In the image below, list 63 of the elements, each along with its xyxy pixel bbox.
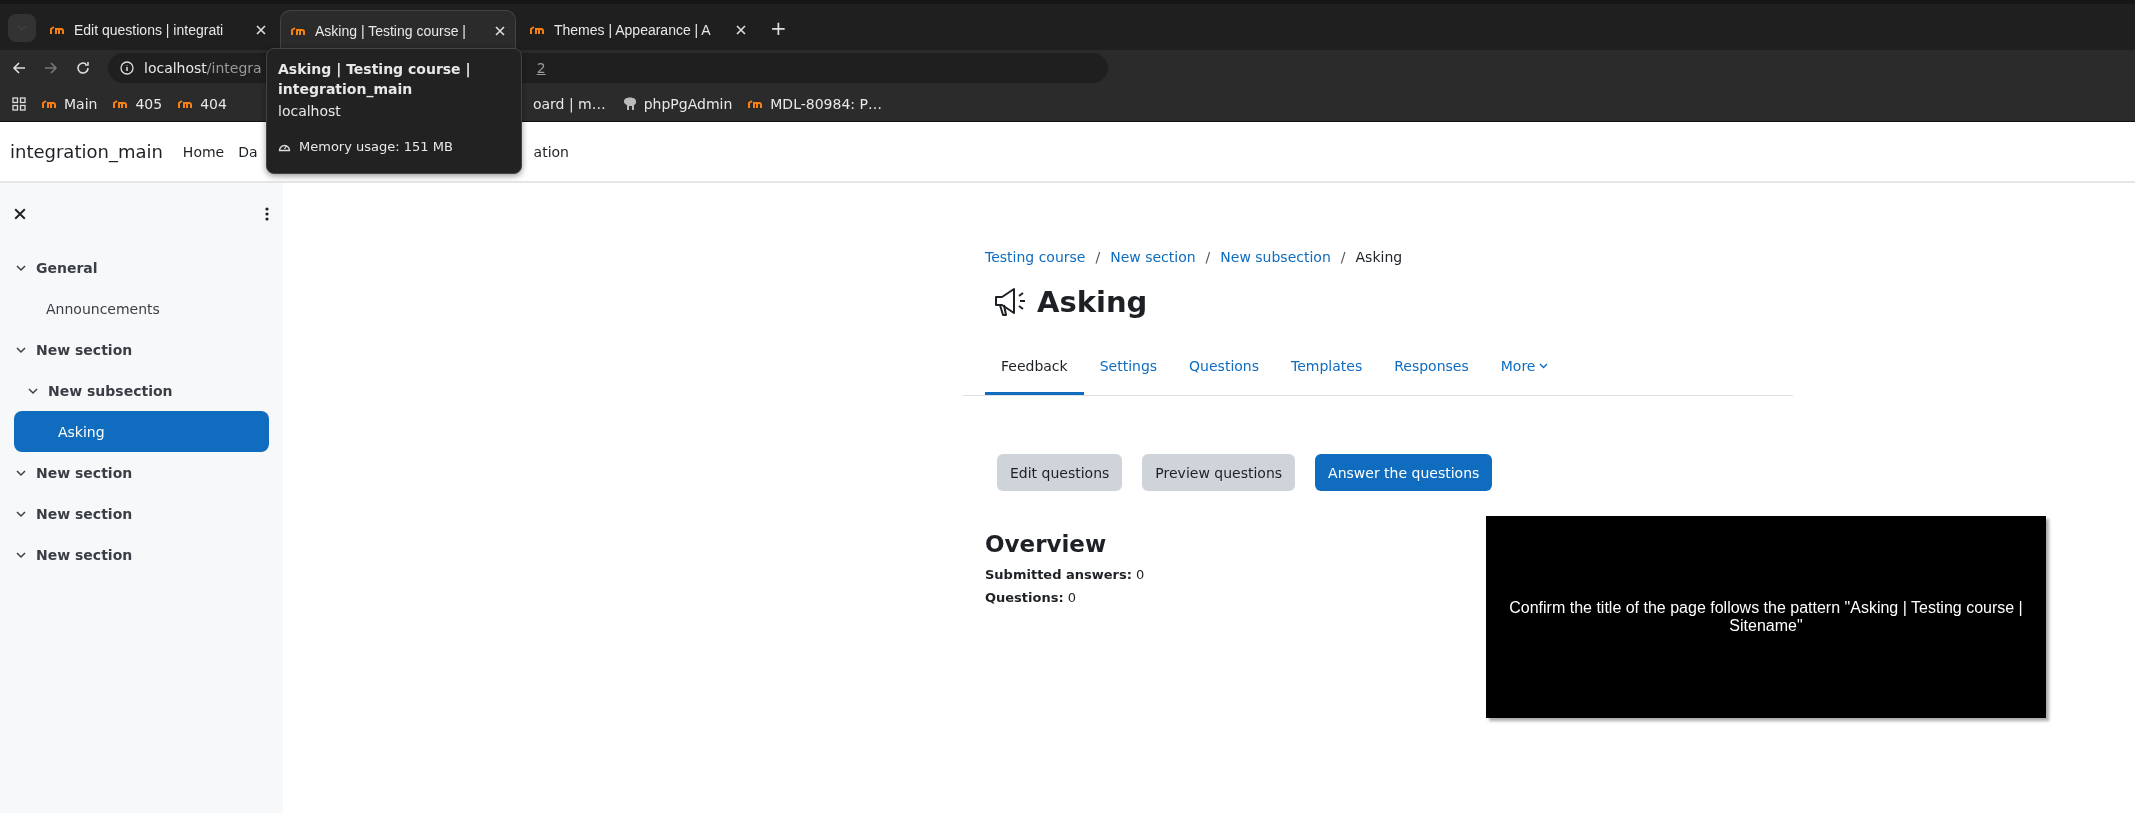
breadcrumb-separator: / <box>1095 249 1101 265</box>
bookmark-link[interactable]: Main <box>42 95 98 112</box>
browser-tab[interactable]: Themes | Appearance | A <box>520 10 756 50</box>
bookmark-link[interactable]: phpPgAdmin <box>621 95 733 112</box>
bookmark-link[interactable]: 405 <box>113 95 163 112</box>
page-tab[interactable]: Settings <box>1083 341 1174 395</box>
page-tab[interactable]: Questions <box>1173 341 1275 395</box>
page-tab[interactable]: More <box>1484 341 1565 395</box>
page-tab[interactable]: Responses <box>1378 341 1485 395</box>
activity-link[interactable]: Asking <box>14 411 269 452</box>
info-icon[interactable] <box>120 61 134 75</box>
more-options-icon[interactable] <box>265 207 269 221</box>
url-path: /integra <box>206 60 262 76</box>
action-button[interactable]: Preview questions <box>1142 454 1296 491</box>
nav-link[interactable]: ation <box>533 143 569 160</box>
section-link[interactable]: New section <box>14 534 269 575</box>
megaphone-icon <box>993 286 1027 318</box>
bookmark-link[interactable]: 404 <box>178 95 227 112</box>
action-button[interactable]: Answer the questions <box>1315 454 1493 491</box>
page-tab[interactable]: Templates <box>1275 341 1379 395</box>
section-link[interactable]: New section <box>14 493 269 534</box>
breadcrumb-separator: / <box>1340 249 1346 265</box>
breadcrumb-link[interactable]: Testing course <box>985 249 1086 265</box>
chevron-icon[interactable] <box>16 262 26 273</box>
new-tab-button[interactable]: + <box>770 16 787 40</box>
close-icon[interactable] <box>14 208 26 220</box>
apps-grid-icon[interactable] <box>12 96 26 111</box>
url-text: 2 <box>536 60 546 76</box>
browser-tab[interactable]: Asking | Testing course | <box>280 10 516 50</box>
nav-link[interactable]: Home <box>182 143 225 160</box>
chevron-icon[interactable] <box>28 385 38 396</box>
site-name[interactable]: integration_main <box>10 141 163 162</box>
url-host: localhost <box>144 60 207 76</box>
chevron-icon[interactable] <box>16 508 26 519</box>
section-heading: Overview <box>985 531 1108 557</box>
chevron-icon[interactable] <box>16 549 26 560</box>
stat-line: Questions: 0 <box>985 589 1077 607</box>
section-link[interactable]: General <box>14 247 269 288</box>
caret-icon <box>1539 363 1549 369</box>
chevron-icon[interactable] <box>16 467 26 478</box>
chevron-icon[interactable] <box>16 344 26 355</box>
current-page-label[interactable]: Asking <box>1355 249 1403 265</box>
breadcrumb-link[interactable]: New subsection <box>1220 249 1331 265</box>
bookmark-link[interactable]: MDL-80984: P… <box>748 95 882 112</box>
nav-link[interactable]: Da <box>238 143 258 160</box>
section-link[interactable]: New section <box>14 329 269 370</box>
activity-link[interactable]: Announcements <box>14 288 269 329</box>
breadcrumb-link[interactable]: New section <box>1110 249 1196 265</box>
stat-line: Submitted answers: 0 <box>985 566 1145 584</box>
action-button[interactable]: Edit questions <box>997 454 1123 491</box>
reload-icon[interactable] <box>76 61 90 75</box>
forward-icon[interactable] <box>44 61 58 75</box>
bookmark-link[interactable]: oard | m… <box>532 95 606 112</box>
memory-usage: Memory usage: 151 MB <box>299 139 453 154</box>
section-link[interactable]: New subsection <box>14 370 269 411</box>
back-icon[interactable] <box>12 61 26 75</box>
page-title: Asking <box>1037 285 1148 319</box>
section-link[interactable]: New section <box>14 452 269 493</box>
tooltip-host: localhost <box>278 102 342 121</box>
breadcrumb-separator: / <box>1205 249 1211 265</box>
instruction-note: Confirm the title of the page follows the pattern "Asking | Testing course | Sitename" <box>1486 516 2046 718</box>
page-tab[interactable]: Feedback <box>985 341 1084 395</box>
browser-tab[interactable]: Edit questions | integrati <box>40 10 276 50</box>
